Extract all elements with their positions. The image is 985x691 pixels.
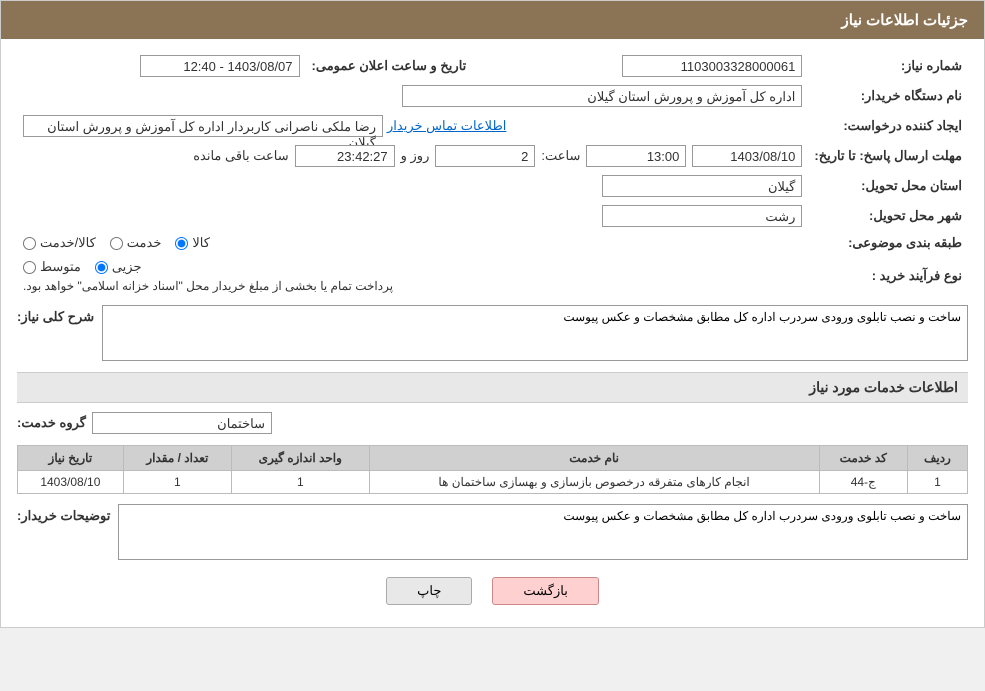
- cell-date: 1403/08/10: [18, 471, 124, 494]
- cell-code: ج-44: [819, 471, 907, 494]
- purchase-jozii-radio[interactable]: [95, 261, 108, 274]
- category-kala-khedmat-radio[interactable]: [23, 237, 36, 250]
- cell-row: 1: [907, 471, 967, 494]
- deadline-days: 2: [435, 145, 535, 167]
- purchase-notice: پرداخت تمام یا بخشی از مبلغ خریدار محل "…: [23, 279, 393, 293]
- contact-link[interactable]: اطلاعات تماس خریدار: [387, 118, 506, 134]
- col-date: تاریخ نیاز: [18, 446, 124, 471]
- category-khedmat-radio[interactable]: [110, 237, 123, 250]
- province-value: گیلان: [602, 175, 802, 197]
- buyer-org-value: اداره کل آموزش و پرورش استان گیلان: [402, 85, 802, 107]
- col-qty: تعداد / مقدار: [123, 446, 231, 471]
- back-button[interactable]: بازگشت: [492, 577, 598, 605]
- category-label: طبقه بندی موضوعی:: [808, 231, 968, 255]
- buyer-desc-textarea: [118, 504, 968, 560]
- services-section-header: اطلاعات خدمات مورد نیاز: [17, 372, 968, 403]
- announce-label: تاریخ و ساعت اعلان عمومی:: [306, 51, 487, 81]
- category-khedmat-option[interactable]: خدمت: [110, 235, 162, 251]
- col-name: نام خدمت: [369, 446, 819, 471]
- creator-label: ایجاد کننده درخواست:: [808, 111, 968, 141]
- province-label: استان محل تحویل:: [808, 171, 968, 201]
- service-group-label: گروه خدمت:: [17, 415, 86, 431]
- deadline-remaining: 23:42:27: [295, 145, 395, 167]
- description-label: شرح کلی نیاز:: [17, 305, 94, 325]
- city-value: رشت: [602, 205, 802, 227]
- category-kala-radio[interactable]: [175, 237, 188, 250]
- purchase-motavaset-radio[interactable]: [23, 261, 36, 274]
- page-header: جزئیات اطلاعات نیاز: [1, 1, 984, 39]
- buttons-row: بازگشت چاپ: [17, 577, 968, 605]
- buyer-desc-label: توضیحات خریدار:: [17, 504, 110, 524]
- need-number-label: شماره نیاز:: [808, 51, 968, 81]
- print-button[interactable]: چاپ: [386, 577, 472, 605]
- cell-unit: 1: [232, 471, 369, 494]
- deadline-date: 1403/08/10: [692, 145, 802, 167]
- table-row: 1ج-44انجام کارهای متفرقه درخصوص بازسازی …: [18, 471, 968, 494]
- services-table: ردیف کد خدمت نام خدمت واحد اندازه گیری ت…: [17, 445, 968, 494]
- description-textarea: [102, 305, 968, 361]
- deadline-label: مهلت ارسال پاسخ: تا تاریخ:: [808, 141, 968, 171]
- purchase-jozii-label: جزیی: [112, 259, 142, 275]
- city-label: شهر محل تحویل:: [808, 201, 968, 231]
- category-kala-label: کالا: [192, 235, 210, 251]
- col-unit: واحد اندازه گیری: [232, 446, 369, 471]
- page-title: جزئیات اطلاعات نیاز: [842, 12, 969, 29]
- purchase-motavaset-option[interactable]: متوسط: [23, 259, 81, 275]
- service-group-value: ساختمان: [92, 412, 272, 434]
- cell-name: انجام کارهای متفرقه درخصوص بازسازی و بهس…: [369, 471, 819, 494]
- announce-value: 1403/08/07 - 12:40: [140, 55, 300, 77]
- category-kala-khedmat-option[interactable]: کالا/خدمت: [23, 235, 96, 251]
- purchase-type-label: نوع فرآیند خرید :: [808, 255, 968, 297]
- col-row: ردیف: [907, 446, 967, 471]
- deadline-remaining-label: ساعت باقی مانده: [193, 148, 288, 164]
- deadline-time-label: ساعت:: [541, 148, 580, 164]
- cell-qty: 1: [123, 471, 231, 494]
- need-number-value: 1103003328000061: [622, 55, 802, 77]
- category-kala-khedmat-label: کالا/خدمت: [40, 235, 96, 251]
- purchase-jozii-option[interactable]: جزیی: [95, 259, 142, 275]
- deadline-days-label: روز و: [401, 148, 430, 164]
- purchase-motavaset-label: متوسط: [40, 259, 81, 275]
- creator-value: رضا ملکی ناصرانی کاربردار اداره کل آموزش…: [23, 115, 383, 137]
- category-kala-option[interactable]: کالا: [175, 235, 210, 251]
- category-khedmat-label: خدمت: [127, 235, 162, 251]
- col-code: کد خدمت: [819, 446, 907, 471]
- deadline-time: 13:00: [586, 145, 686, 167]
- buyer-org-label: نام دستگاه خریدار:: [808, 81, 968, 111]
